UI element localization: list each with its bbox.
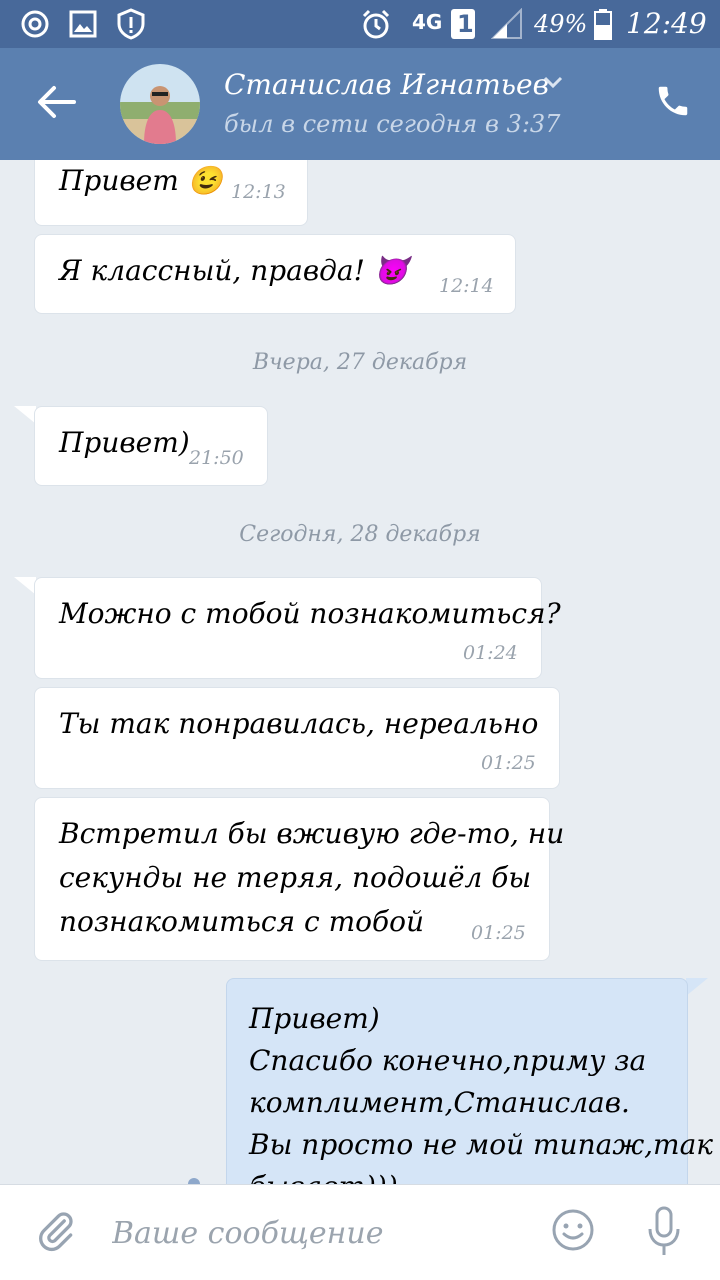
message-time: 01:24 (463, 642, 518, 664)
message-incoming[interactable]: Привет) 21:50 (34, 406, 268, 486)
message-time: 01:25 (471, 922, 526, 944)
message-text: Ты так понравилась, нереально (59, 707, 539, 740)
contact-name[interactable]: Станислав Игнатьев (224, 68, 549, 101)
phone-icon (654, 82, 692, 124)
battery-percent: 49% (534, 10, 588, 38)
message-incoming[interactable]: Ты так понравилась, нереально 01:25 (34, 687, 560, 789)
message-list[interactable]: Привет 😉 12:13 Я классный, правда! 😈 12:… (0, 160, 720, 1184)
message-incoming[interactable]: Я классный, правда! 😈 12:14 (34, 234, 516, 314)
arrow-left-icon (36, 84, 76, 124)
bubble-tail (14, 406, 36, 424)
message-text-line: Встретил бы вживую где-то, ни (59, 817, 565, 850)
sync-icon (18, 8, 52, 40)
date-separator: Вчера, 27 декабря (252, 350, 468, 375)
message-text: Привет) (59, 426, 190, 459)
status-bar: 4G 1 49% 12:49 (0, 0, 720, 48)
message-text-line: комплимент,Станислав. (249, 1086, 630, 1119)
date-separator: Сегодня, 28 декабря (239, 522, 481, 547)
alarm-icon (360, 8, 392, 40)
sim-number: 1 (457, 10, 474, 38)
message-time: 21:50 (189, 447, 244, 469)
message-text-line: Привет) (249, 1002, 380, 1035)
emoji-button[interactable] (548, 1207, 598, 1257)
message-text-line: бывает))) (249, 1165, 398, 1184)
message-outgoing[interactable]: Привет) Спасибо конечно,приму за комплим… (226, 978, 713, 1184)
message-text: Привет 😉 (59, 164, 223, 197)
call-button[interactable] (648, 78, 698, 128)
message-time: 12:14 (439, 275, 494, 297)
message-incoming[interactable]: Можно с тобой познакомиться? 01:24 (34, 577, 561, 679)
bubble-tail (14, 577, 36, 595)
clock: 12:49 (626, 7, 707, 40)
voice-message-button[interactable] (640, 1205, 688, 1261)
back-button[interactable] (28, 78, 84, 130)
last-seen-status: был в сети сегодня в 3:37 (224, 110, 561, 138)
signal-icon (490, 8, 524, 40)
alert-shield-icon (116, 8, 146, 40)
gallery-icon (68, 8, 98, 40)
message-text-line: секунды не теряя, подошёл бы (59, 861, 532, 894)
chevron-down-icon[interactable] (542, 74, 564, 94)
battery-icon (592, 8, 614, 40)
microphone-icon (646, 1205, 682, 1261)
message-text-line: познакомиться с тобой (59, 905, 425, 938)
message-text-line: Вы просто не мой типаж,так (249, 1128, 714, 1161)
avatar[interactable] (120, 64, 200, 144)
paperclip-icon (34, 1209, 78, 1257)
message-incoming[interactable]: Привет 😉 12:13 (34, 160, 308, 226)
attach-button[interactable] (32, 1209, 80, 1257)
network-type: 4G (412, 10, 443, 34)
message-text: Можно с тобой познакомиться? (59, 597, 561, 630)
message-time: 12:13 (231, 181, 286, 203)
smiley-icon (551, 1208, 595, 1256)
message-input[interactable] (112, 1207, 532, 1259)
message-time: 01:25 (481, 752, 536, 774)
message-text: Я классный, правда! 😈 (59, 254, 409, 287)
message-text-line: Спасибо конечно,приму за (249, 1044, 647, 1077)
bubble-tail (686, 978, 708, 996)
composer-bar (0, 1184, 720, 1280)
message-incoming[interactable]: Встретил бы вживую где-то, ни секунды не… (34, 797, 564, 961)
chat-header: Станислав Игнатьев был в сети сегодня в … (0, 48, 720, 160)
